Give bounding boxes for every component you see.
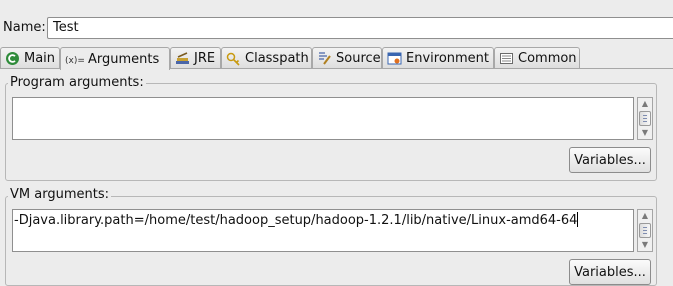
vm-arguments-title: VM arguments: <box>8 187 111 202</box>
text-caret <box>577 212 579 227</box>
tab-arguments-label: Arguments <box>88 51 160 67</box>
vm-variables-button[interactable]: Variables... <box>569 259 651 285</box>
tab-jre-label: JRE <box>194 50 216 66</box>
tab-common[interactable]: Common <box>494 47 580 68</box>
program-arguments-input[interactable] <box>12 97 634 140</box>
tab-jre[interactable]: JRE <box>170 47 221 68</box>
source-tab-icon <box>317 51 332 66</box>
program-arguments-scrollbar[interactable]: ▲ ▼ <box>637 97 653 140</box>
tab-strip: Main (x)= Arguments JRE Classpath Source… <box>0 47 673 70</box>
vm-arguments-input[interactable]: -Djava.library.path=/home/test/hadoop_se… <box>12 209 634 252</box>
main-tab-icon <box>5 51 20 66</box>
vm-arguments-scrollbar[interactable]: ▲ ▼ <box>637 209 653 252</box>
program-arguments-title: Program arguments: <box>8 75 146 90</box>
scroll-up-arrow-icon[interactable]: ▲ <box>639 98 651 110</box>
program-variables-button[interactable]: Variables... <box>569 147 651 173</box>
tab-arguments[interactable]: (x)= Arguments <box>60 47 170 70</box>
tab-main-label: Main <box>24 50 56 66</box>
classpath-tab-icon <box>226 51 241 66</box>
tab-classpath[interactable]: Classpath <box>221 47 312 68</box>
name-label: Name: <box>3 20 46 35</box>
tab-common-label: Common <box>518 50 577 66</box>
tab-classpath-label: Classpath <box>245 50 309 66</box>
scroll-down-arrow-icon[interactable]: ▼ <box>639 127 651 139</box>
tab-environment-label: Environment <box>406 50 490 66</box>
tab-main[interactable]: Main <box>0 47 60 68</box>
svg-text:(x)=: (x)= <box>65 56 84 66</box>
arguments-tab-icon: (x)= <box>65 52 85 67</box>
environment-tab-icon <box>387 51 402 66</box>
tab-source[interactable]: Source <box>312 47 382 68</box>
scroll-thumb[interactable] <box>639 223 651 238</box>
common-tab-icon <box>499 51 514 66</box>
scroll-up-arrow-icon[interactable]: ▲ <box>639 210 651 222</box>
jre-tab-icon <box>175 51 190 66</box>
name-input[interactable]: Test <box>47 17 673 39</box>
vm-arguments-text: -Djava.library.path=/home/test/hadoop_se… <box>14 213 578 228</box>
tab-environment[interactable]: Environment <box>382 47 494 68</box>
tab-source-label: Source <box>336 50 381 66</box>
scroll-thumb[interactable] <box>639 111 651 126</box>
scroll-down-arrow-icon[interactable]: ▼ <box>639 239 651 251</box>
